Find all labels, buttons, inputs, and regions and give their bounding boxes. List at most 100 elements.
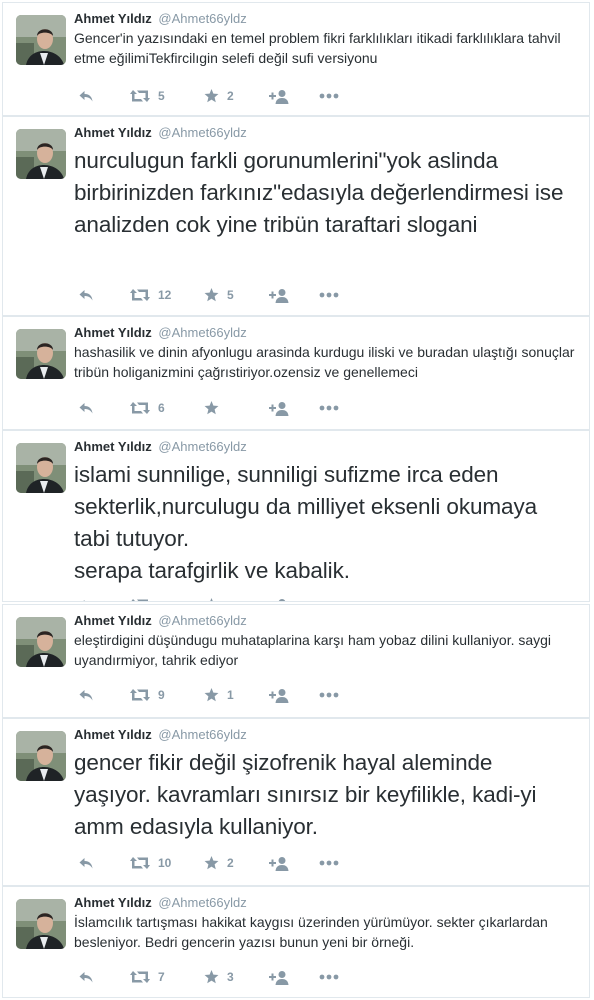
reply-button[interactable] — [78, 967, 130, 987]
tweet-content: Ahmet Yıldız @Ahmet66yldz gencer fikir d… — [74, 726, 575, 843]
favorite-button[interactable]: 1 — [204, 685, 269, 705]
tweet-header: Ahmet Yıldız @Ahmet66yldz — [74, 124, 575, 141]
reply-button[interactable] — [78, 685, 130, 705]
favorite-icon — [204, 856, 219, 870]
follow-button[interactable] — [269, 853, 319, 873]
retweet-icon — [130, 288, 150, 302]
retweet-count: 5 — [158, 89, 165, 103]
retweet-button[interactable]: 12 — [130, 285, 204, 305]
retweet-button[interactable]: 5 — [130, 86, 204, 106]
retweet-button[interactable]: 9 — [130, 685, 204, 705]
tweet-content: Ahmet Yıldız @Ahmet66yldz islami sunnili… — [74, 438, 575, 587]
tweet-content: Ahmet Yıldız @Ahmet66yldz eleştirdigini … — [74, 612, 575, 670]
more-button[interactable] — [319, 285, 339, 305]
reply-button[interactable] — [78, 853, 130, 873]
retweet-count: 10 — [158, 856, 172, 870]
author-handle[interactable]: @Ahmet66yldz — [158, 125, 246, 140]
author-handle[interactable]: @Ahmet66yldz — [158, 325, 246, 340]
retweet-icon — [130, 970, 150, 984]
follow-icon — [269, 970, 289, 985]
reply-button[interactable] — [78, 398, 130, 418]
reply-button[interactable] — [78, 595, 130, 601]
favorite-button[interactable]: 5 — [204, 285, 269, 305]
reply-icon — [78, 856, 94, 870]
tweet-actions: 91 — [78, 685, 339, 705]
favorite-count: 1 — [227, 688, 234, 702]
tweet[interactable]: Ahmet Yıldız @Ahmet66yldz gencer fikir d… — [2, 718, 590, 886]
tweet-text: eleştirdigini düşündugu muhataplarina ka… — [74, 632, 552, 668]
tweet[interactable]: Ahmet Yıldız @Ahmet66yldz Gencer'in yazı… — [2, 2, 590, 116]
more-button[interactable] — [319, 685, 339, 705]
tweet[interactable]: Ahmet Yıldız @Ahmet66yldz hashasilik ve … — [2, 316, 590, 430]
retweet-button[interactable]: 7 — [130, 967, 204, 987]
favorite-button[interactable]: 3 — [204, 967, 269, 987]
follow-button[interactable] — [269, 86, 319, 106]
more-button[interactable] — [319, 595, 339, 601]
follow-button[interactable] — [269, 398, 319, 418]
favorite-count: 5 — [227, 288, 234, 302]
avatar[interactable] — [16, 129, 66, 179]
tweet[interactable]: Ahmet Yıldız @Ahmet66yldz İslamcılık tar… — [2, 886, 590, 998]
tweet-content: Ahmet Yıldız @Ahmet66yldz hashasilik ve … — [74, 324, 575, 382]
reply-button[interactable] — [78, 86, 130, 106]
tweet-header: Ahmet Yıldız @Ahmet66yldz — [74, 438, 575, 455]
reply-icon — [78, 401, 94, 415]
more-button[interactable] — [319, 967, 339, 987]
more-icon — [319, 692, 339, 698]
author-name[interactable]: Ahmet Yıldız — [74, 439, 152, 454]
more-icon — [319, 292, 339, 298]
author-name[interactable]: Ahmet Yıldız — [74, 11, 152, 26]
tweet-header: Ahmet Yıldız @Ahmet66yldz — [74, 894, 575, 911]
favorite-icon — [204, 598, 219, 601]
follow-button[interactable] — [269, 285, 319, 305]
avatar[interactable] — [16, 15, 66, 65]
more-icon — [319, 93, 339, 99]
follow-icon — [269, 688, 289, 703]
retweet-icon — [130, 688, 150, 702]
retweet-button[interactable]: 6 — [130, 398, 204, 418]
tweet-content: Ahmet Yıldız @Ahmet66yldz İslamcılık tar… — [74, 894, 575, 952]
avatar[interactable] — [16, 443, 66, 493]
favorite-icon — [204, 688, 219, 702]
avatar[interactable] — [16, 329, 66, 379]
author-handle[interactable]: @Ahmet66yldz — [158, 727, 246, 742]
reply-icon — [78, 89, 94, 103]
favorite-button[interactable] — [204, 595, 269, 601]
avatar[interactable] — [16, 731, 66, 781]
author-name[interactable]: Ahmet Yıldız — [74, 895, 152, 910]
author-name[interactable]: Ahmet Yıldız — [74, 613, 152, 628]
author-name[interactable]: Ahmet Yıldız — [74, 325, 152, 340]
tweet[interactable]: Ahmet Yıldız @Ahmet66yldz islami sunnili… — [2, 430, 590, 602]
tweet-text: hashasilik ve dinin afyonlugu arasinda k… — [74, 344, 575, 380]
author-handle[interactable]: @Ahmet66yldz — [158, 613, 246, 628]
more-icon — [319, 974, 339, 980]
author-handle[interactable]: @Ahmet66yldz — [158, 439, 246, 454]
follow-button[interactable] — [269, 595, 319, 601]
retweet-button[interactable]: 10 — [130, 853, 204, 873]
follow-button[interactable] — [269, 685, 319, 705]
retweet-button[interactable] — [130, 595, 204, 601]
favorite-icon — [204, 288, 219, 302]
tweet-actions — [78, 595, 339, 601]
author-handle[interactable]: @Ahmet66yldz — [158, 895, 246, 910]
more-button[interactable] — [319, 853, 339, 873]
tweet-actions: 10 2 — [78, 853, 339, 873]
tweet-text: nurculugun farkli gorunumlerini"yok asli… — [74, 148, 564, 237]
author-name[interactable]: Ahmet Yıldız — [74, 727, 152, 742]
follow-button[interactable] — [269, 967, 319, 987]
favorite-button[interactable] — [204, 398, 269, 418]
more-button[interactable] — [319, 398, 339, 418]
avatar[interactable] — [16, 899, 66, 949]
more-button[interactable] — [319, 86, 339, 106]
tweet-actions: 73 — [78, 967, 339, 987]
avatar[interactable] — [16, 617, 66, 667]
tweet[interactable]: Ahmet Yıldız @Ahmet66yldz eleştirdigini … — [2, 604, 590, 718]
author-name[interactable]: Ahmet Yıldız — [74, 125, 152, 140]
author-handle[interactable]: @Ahmet66yldz — [158, 11, 246, 26]
tweet-timeline: Ahmet Yıldız @Ahmet66yldz Gencer'in yazı… — [0, 0, 594, 1000]
tweet[interactable]: Ahmet Yıldız @Ahmet66yldz nurculugun far… — [2, 116, 590, 316]
reply-button[interactable] — [78, 285, 130, 305]
favorite-button[interactable]: 2 — [204, 86, 269, 106]
favorite-icon — [204, 89, 219, 103]
favorite-button[interactable]: 2 — [204, 853, 269, 873]
